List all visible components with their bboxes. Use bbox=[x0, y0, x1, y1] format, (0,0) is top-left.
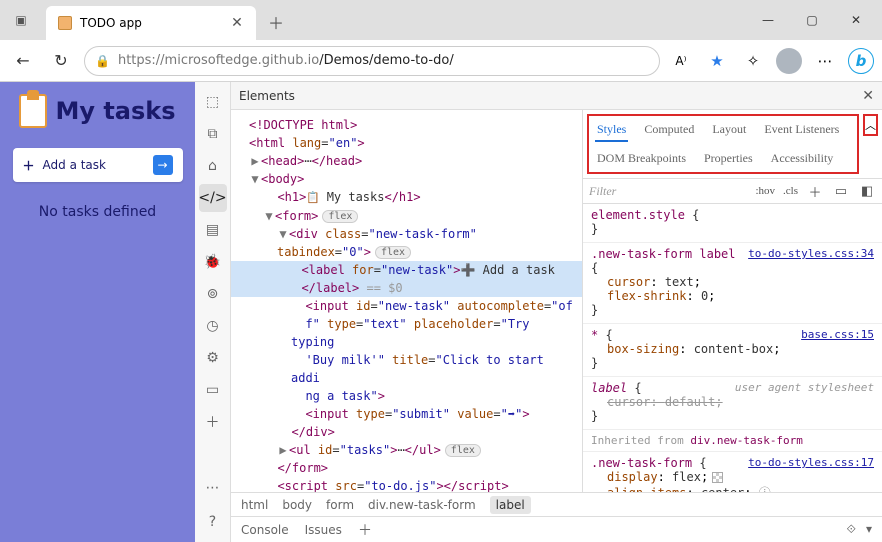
add-drawer-tab-icon[interactable]: ＋ bbox=[358, 520, 372, 540]
drawer-tab-issues[interactable]: Issues bbox=[305, 523, 342, 537]
css-rules[interactable]: element.style { } to-do-styles.css:34 .n… bbox=[583, 204, 882, 492]
source-link[interactable]: to-do-styles.css:17 bbox=[748, 456, 874, 469]
browser-toolbar: ← ↻ 🔒 https://microsoftedge.github.io/De… bbox=[0, 40, 882, 82]
panel-title: Elements bbox=[239, 89, 295, 103]
submit-icon[interactable]: → bbox=[153, 155, 173, 175]
empty-message: No tasks defined bbox=[39, 204, 156, 220]
source-link[interactable]: to-do-styles.css:34 bbox=[748, 247, 874, 260]
hov-toggle[interactable]: :hov bbox=[755, 185, 775, 197]
bing-icon[interactable]: b bbox=[848, 48, 874, 74]
browser-titlebar: ▣ TODO app ✕ ＋ — ▢ ✕ bbox=[0, 0, 882, 40]
tab-properties[interactable]: Properties bbox=[702, 148, 755, 169]
application-tool-icon[interactable]: ▭ bbox=[199, 376, 227, 404]
device-toolbar-icon[interactable]: ▭ bbox=[832, 183, 850, 199]
breadcrumb[interactable]: html body form div.new-task-form label bbox=[231, 492, 882, 516]
sidebar-tabs-highlight: Styles Computed Layout Event Listeners D… bbox=[587, 114, 859, 174]
network-tool-icon[interactable]: ⊚ bbox=[199, 280, 227, 308]
add-tool-icon[interactable]: ＋ bbox=[199, 408, 227, 436]
new-tab-button[interactable]: ＋ bbox=[262, 8, 290, 36]
favicon-icon bbox=[58, 16, 72, 30]
profile-avatar[interactable] bbox=[776, 48, 802, 74]
drawer-collapse-icon[interactable]: ▾ bbox=[866, 522, 872, 537]
browser-tab[interactable]: TODO app ✕ bbox=[46, 6, 256, 40]
panel-header: Elements ✕ bbox=[231, 82, 882, 110]
add-task-button[interactable]: ＋ Add a task → bbox=[13, 148, 183, 182]
tab-event-listeners[interactable]: Event Listeners bbox=[762, 119, 841, 142]
more-tools-icon[interactable]: ⋯ bbox=[199, 474, 227, 502]
inspect-icon[interactable]: ⬚ bbox=[199, 88, 227, 116]
filter-input[interactable]: Filter bbox=[589, 184, 747, 199]
page-title: My tasks bbox=[55, 97, 175, 125]
activity-bar: ⬚ ⧉ ⌂ </> ▤ 🐞 ⊚ ◷ ⚙ ▭ ＋ ⋯ ? bbox=[195, 82, 231, 542]
crumb[interactable]: form bbox=[326, 498, 354, 512]
read-aloud-icon[interactable]: A⁾ bbox=[668, 48, 694, 74]
tab-styles[interactable]: Styles bbox=[595, 119, 628, 142]
more-icon[interactable]: ⋯ bbox=[812, 48, 838, 74]
dom-tree[interactable]: <!DOCTYPE html> <html lang="en"> ▶<head>… bbox=[231, 110, 582, 492]
plus-icon: ＋ bbox=[23, 157, 35, 174]
refresh-button[interactable]: ↻ bbox=[46, 46, 76, 76]
favorite-icon[interactable]: ★ bbox=[704, 48, 730, 74]
tab-layout[interactable]: Layout bbox=[710, 119, 748, 142]
computed-sidebar-icon[interactable]: ◧ bbox=[858, 183, 876, 199]
welcome-icon[interactable]: ⌂ bbox=[199, 152, 227, 180]
new-style-rule-icon[interactable]: ＋ bbox=[806, 182, 824, 201]
drawer: Console Issues ＋ ⟐ ▾ bbox=[231, 516, 882, 542]
styles-sidebar: Styles Computed Layout Event Listeners D… bbox=[582, 110, 882, 492]
expand-sidebar-icon[interactable]: ︿ bbox=[863, 114, 878, 136]
source-link[interactable]: base.css:15 bbox=[801, 328, 874, 341]
console-tool-icon[interactable]: ▤ bbox=[199, 216, 227, 244]
crumb[interactable]: html bbox=[241, 498, 268, 512]
drawer-tab-console[interactable]: Console bbox=[241, 523, 289, 537]
rendered-page: My tasks ＋ Add a task → No tasks defined bbox=[0, 82, 195, 542]
tab-title: TODO app bbox=[80, 16, 222, 30]
tab-actions-icon[interactable]: ▣ bbox=[4, 13, 38, 27]
add-task-label: Add a task bbox=[43, 158, 145, 172]
address-bar[interactable]: 🔒 https://microsoftedge.github.io/Demos/… bbox=[84, 46, 660, 76]
maximize-button[interactable]: ▢ bbox=[790, 4, 834, 36]
close-tab-icon[interactable]: ✕ bbox=[230, 16, 244, 30]
back-button[interactable]: ← bbox=[8, 46, 38, 76]
close-devtools-icon[interactable]: ✕ bbox=[862, 88, 874, 104]
clipboard-icon bbox=[19, 94, 47, 128]
devtools: ⬚ ⧉ ⌂ </> ▤ 🐞 ⊚ ◷ ⚙ ▭ ＋ ⋯ ? Elements ✕ bbox=[195, 82, 882, 542]
memory-tool-icon[interactable]: ⚙ bbox=[199, 344, 227, 372]
lock-icon: 🔒 bbox=[95, 54, 110, 68]
elements-tool-icon[interactable]: </> bbox=[199, 184, 227, 212]
sources-tool-icon[interactable]: 🐞 bbox=[199, 248, 227, 276]
device-icon[interactable]: ⧉ bbox=[199, 120, 227, 148]
crumb-active[interactable]: label bbox=[490, 496, 531, 514]
selected-dom-node[interactable]: <label for="new-task">➕ Add a task </lab… bbox=[231, 261, 582, 297]
performance-tool-icon[interactable]: ◷ bbox=[199, 312, 227, 340]
drawer-issues-icon[interactable]: ⟐ bbox=[847, 522, 856, 537]
tab-dom-breakpoints[interactable]: DOM Breakpoints bbox=[595, 148, 688, 169]
collections-icon[interactable]: ✧ bbox=[740, 48, 766, 74]
crumb[interactable]: body bbox=[282, 498, 312, 512]
cls-toggle[interactable]: .cls bbox=[783, 185, 798, 197]
close-window-button[interactable]: ✕ bbox=[834, 4, 878, 36]
crumb[interactable]: div.new-task-form bbox=[368, 498, 476, 512]
minimize-button[interactable]: — bbox=[746, 4, 790, 36]
url-text: https://microsoftedge.github.io/Demos/de… bbox=[118, 53, 454, 68]
tab-accessibility[interactable]: Accessibility bbox=[769, 148, 836, 169]
tab-computed[interactable]: Computed bbox=[642, 119, 696, 142]
help-icon[interactable]: ? bbox=[199, 508, 227, 536]
styles-filter-bar: Filter :hov .cls ＋ ▭ ◧ bbox=[583, 178, 882, 204]
